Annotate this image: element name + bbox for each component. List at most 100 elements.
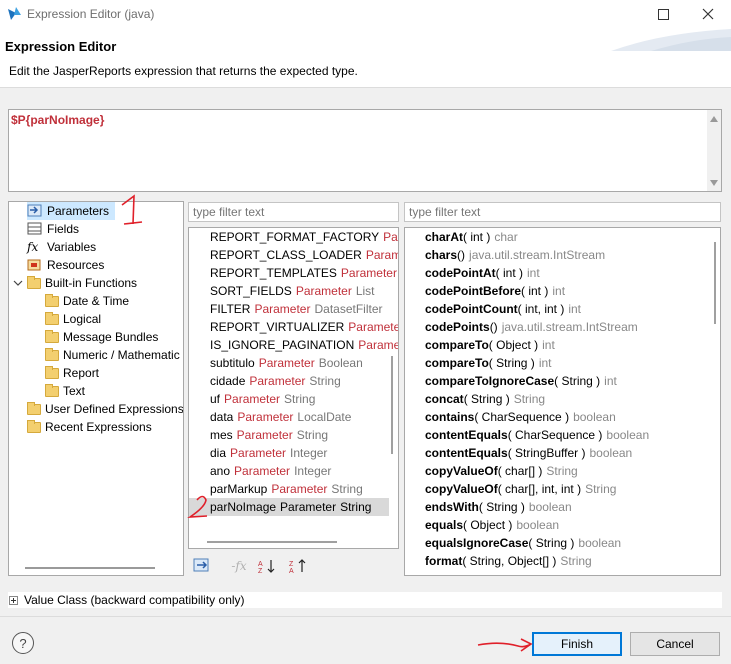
method-list-item[interactable]: concat( String ) String <box>405 390 545 408</box>
expand-plus-icon[interactable] <box>9 596 18 605</box>
sort-descending-button[interactable]: ZA <box>287 557 309 575</box>
method-return-type: java.util.stream.IntStream <box>501 320 638 334</box>
insert-expression-button[interactable] <box>192 557 216 575</box>
tree-item-label: Resources <box>47 258 105 272</box>
param-list-item[interactable]: ano Parameter Integer <box>189 462 389 480</box>
param-list-item[interactable]: parNoImage Parameter String <box>189 498 389 516</box>
method-list-item[interactable]: compareTo( Object ) int <box>405 336 555 354</box>
fields-icon <box>27 222 42 235</box>
tree-item-variables[interactable]: fx Variables <box>27 238 96 256</box>
method-list-item[interactable]: codePointCount( int, int ) int <box>405 300 581 318</box>
method-args: ( int ) <box>521 284 549 298</box>
sort-ascending-button[interactable]: AZ <box>256 557 278 575</box>
method-list-item[interactable]: equals( Object ) boolean <box>405 516 559 534</box>
method-list-item[interactable]: format( String, Object[] ) String <box>405 552 592 570</box>
param-list-item[interactable]: REPORT_TEMPLATESParameterC <box>189 264 397 282</box>
param-name: cidade <box>210 374 246 388</box>
tree-item-user-defined-expressions[interactable]: User Defined Expressions <box>27 400 184 418</box>
method-list-item[interactable]: copyValueOf( char[], int, int ) String <box>405 480 616 498</box>
tree-item-label: Numeric / Mathematic <box>63 348 180 362</box>
method-list-item[interactable]: codePointAt( int ) int <box>405 264 540 282</box>
method-name: compareToIgnoreCase <box>425 374 555 388</box>
method-name: codePointAt <box>425 266 496 280</box>
close-button[interactable] <box>697 4 719 24</box>
expression-scrollbar[interactable] <box>707 110 721 191</box>
folder-icon <box>27 419 41 433</box>
methods-filter-input[interactable] <box>404 202 721 222</box>
tree-item-date-time[interactable]: Date & Time <box>45 292 129 310</box>
svg-text:Z: Z <box>289 561 294 568</box>
tree-item-numeric-mathematic[interactable]: Numeric / Mathematic <box>45 346 180 364</box>
method-list-item[interactable]: codePoints() java.util.stream.IntStream <box>405 318 638 336</box>
maximize-button[interactable] <box>652 4 674 24</box>
parameters-icon <box>27 204 42 217</box>
method-name: compareTo <box>425 338 489 352</box>
param-list-item[interactable]: REPORT_CLASS_LOADERParameter <box>189 246 398 264</box>
method-list-item[interactable]: contentEquals( StringBuffer ) boolean <box>405 444 632 462</box>
methods-list-scrollbar[interactable] <box>714 242 716 324</box>
param-list-item[interactable]: SORT_FIELDS Parameter List <box>189 282 389 300</box>
param-list-item[interactable]: REPORT_VIRTUALIZER Parameter <box>189 318 398 336</box>
param-list-item[interactable]: uf Parameter String <box>189 390 389 408</box>
param-list-item[interactable]: mes Parameter String <box>189 426 389 444</box>
category-tree[interactable]: Parameters Fields fx Variables Resources… <box>8 201 184 576</box>
param-name: dia <box>210 446 227 460</box>
close-icon <box>702 8 714 20</box>
tree-item-label: User Defined Expressions <box>45 402 184 416</box>
param-list-item[interactable]: REPORT_FORMAT_FACTORYParameter <box>189 228 398 246</box>
params-list-horizontal-scrollbar[interactable] <box>207 541 337 543</box>
method-list-item[interactable]: equalsIgnoreCase( String ) boolean <box>405 534 621 552</box>
param-kind: Parameter <box>340 266 397 280</box>
tree-item-built-in-functions[interactable]: Built-in Functions <box>13 274 137 292</box>
param-class: Integer <box>290 446 328 460</box>
tree-item-recent-expressions[interactable]: Recent Expressions <box>27 418 152 436</box>
folder-icon <box>27 401 41 415</box>
value-class-section[interactable]: Value Class (backward compatibility only… <box>8 592 722 608</box>
methods-list[interactable]: format( String, Object[] ) String equalsIg… <box>404 227 721 576</box>
method-args: ( StringBuffer ) <box>507 446 586 460</box>
insert-function-button[interactable]: -fx <box>228 557 250 575</box>
params-list[interactable]: parNoImage Parameter String parMarkup Parame… <box>188 227 399 549</box>
method-list-item[interactable]: compareToIgnoreCase( String ) int <box>405 372 617 390</box>
param-list-item[interactable]: FILTER Parameter DatasetFilter <box>189 300 389 318</box>
tree-horizontal-scrollbar[interactable] <box>25 567 155 569</box>
value-class-label: Value Class (backward compatibility only… <box>24 593 245 607</box>
param-kind: Parameter <box>224 392 281 406</box>
param-list-item[interactable]: cidade Parameter String <box>189 372 389 390</box>
tree-item-report[interactable]: Report <box>45 364 99 382</box>
cancel-button[interactable]: Cancel <box>630 632 720 656</box>
tree-item-logical[interactable]: Logical <box>45 310 101 328</box>
param-name: IS_IGNORE_PAGINATION <box>210 338 355 352</box>
tree-item-label: Date & Time <box>63 294 130 308</box>
param-kind: Parameter <box>249 374 306 388</box>
method-list-item[interactable]: chars() java.util.stream.IntStream <box>405 246 605 264</box>
param-list-item[interactable]: parMarkup Parameter String <box>189 480 389 498</box>
param-class: String <box>284 392 316 406</box>
help-button[interactable]: ? <box>12 632 34 654</box>
param-list-item[interactable]: dia Parameter Integer <box>189 444 389 462</box>
method-list-item[interactable]: contains( CharSequence ) boolean <box>405 408 616 426</box>
method-list-item[interactable]: codePointBefore( int ) int <box>405 282 565 300</box>
chevron-down-icon[interactable] <box>13 278 23 288</box>
tree-item-parameters[interactable]: Parameters <box>27 202 116 220</box>
param-list-item[interactable]: IS_IGNORE_PAGINATION Parame <box>189 336 398 354</box>
param-name: subtitulo <box>210 356 255 370</box>
finish-button[interactable]: Finish <box>532 632 622 656</box>
method-list-item[interactable]: endsWith( String ) boolean <box>405 498 572 516</box>
tree-item-resources[interactable]: Resources <box>27 256 104 274</box>
param-list-item[interactable]: subtitulo Parameter Boolean <box>189 354 389 372</box>
method-name: compareTo <box>425 356 489 370</box>
method-list-item[interactable]: charAt( int ) char <box>405 228 518 246</box>
tree-item-text[interactable]: Text <box>45 382 85 400</box>
expression-editor-input[interactable]: $P{parNoImage} <box>8 109 722 192</box>
param-list-item[interactable]: data Parameter LocalDate <box>189 408 389 426</box>
params-filter-input[interactable] <box>188 202 399 222</box>
method-return-type: String <box>546 464 578 478</box>
method-name: codePoints <box>425 320 490 334</box>
method-list-item[interactable]: contentEquals( CharSequence ) boolean <box>405 426 649 444</box>
tree-item-message-bundles[interactable]: Message Bundles <box>45 328 158 346</box>
method-list-item[interactable]: copyValueOf( char[] ) String <box>405 462 578 480</box>
method-list-item[interactable]: compareTo( String ) int <box>405 354 552 372</box>
params-list-scrollbar[interactable] <box>391 356 393 454</box>
tree-item-fields[interactable]: Fields <box>27 220 79 238</box>
